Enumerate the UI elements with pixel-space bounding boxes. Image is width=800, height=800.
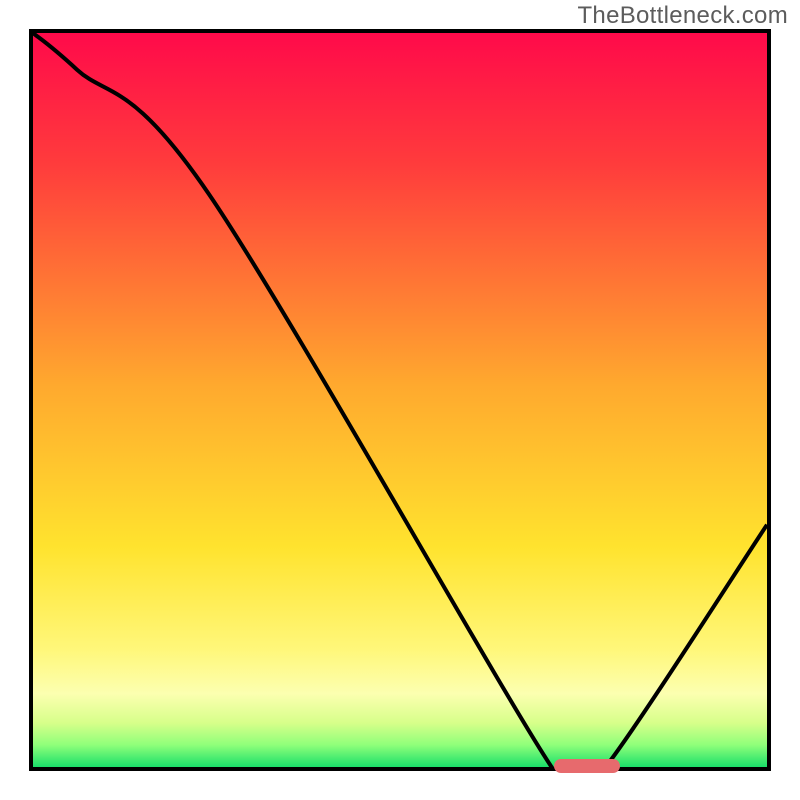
chart-curve-path xyxy=(33,33,767,767)
min-marker xyxy=(554,759,620,773)
chart-plot-area xyxy=(29,29,771,771)
watermark-text: TheBottleneck.com xyxy=(577,2,788,30)
chart-curve xyxy=(33,33,767,767)
